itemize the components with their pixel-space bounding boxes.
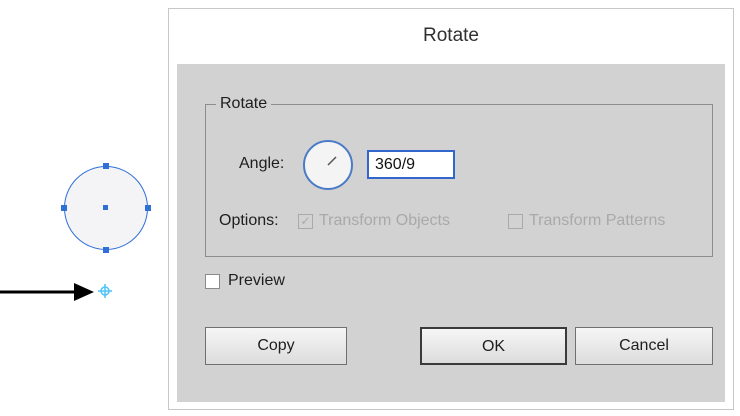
angle-dial-icon[interactable] bbox=[303, 140, 353, 190]
rotation-origin-icon[interactable] bbox=[98, 284, 112, 298]
rotate-group: Rotate Angle: Options: ✓ Transform Objec… bbox=[205, 95, 713, 257]
angle-input[interactable] bbox=[367, 150, 455, 179]
group-label: Rotate bbox=[216, 95, 272, 113]
handle-bottom[interactable] bbox=[103, 247, 109, 253]
transform-patterns-checkbox bbox=[508, 213, 523, 229]
copy-button[interactable]: Copy bbox=[205, 327, 347, 365]
dialog-body: Rotate Angle: Options: ✓ Transform Objec… bbox=[177, 64, 725, 402]
handle-top[interactable] bbox=[103, 163, 109, 169]
transform-objects-option: ✓ Transform Objects bbox=[298, 212, 450, 230]
handle-right[interactable] bbox=[145, 205, 151, 211]
arrow-right-icon bbox=[0, 283, 94, 301]
handle-left[interactable] bbox=[61, 205, 67, 211]
transform-objects-checkbox: ✓ bbox=[298, 213, 313, 229]
preview-checkbox[interactable] bbox=[205, 273, 220, 289]
transform-patterns-option: Transform Patterns bbox=[508, 212, 665, 230]
transform-patterns-label: Transform Patterns bbox=[529, 212, 666, 229]
cancel-button[interactable]: Cancel bbox=[575, 327, 713, 365]
preview-label: Preview bbox=[228, 272, 285, 289]
transform-objects-label: Transform Objects bbox=[319, 212, 450, 229]
rotate-dialog: Rotate Rotate Angle: Options: ✓ Transfor… bbox=[168, 8, 734, 410]
dialog-title: Rotate bbox=[169, 9, 733, 62]
ok-button[interactable]: OK bbox=[420, 327, 567, 365]
options-label: Options: bbox=[219, 212, 279, 229]
center-point bbox=[103, 205, 108, 210]
dial-needle bbox=[327, 156, 337, 166]
preview-option[interactable]: Preview bbox=[205, 272, 285, 290]
artboard-canvas[interactable] bbox=[0, 0, 168, 416]
angle-label: Angle: bbox=[239, 155, 285, 172]
